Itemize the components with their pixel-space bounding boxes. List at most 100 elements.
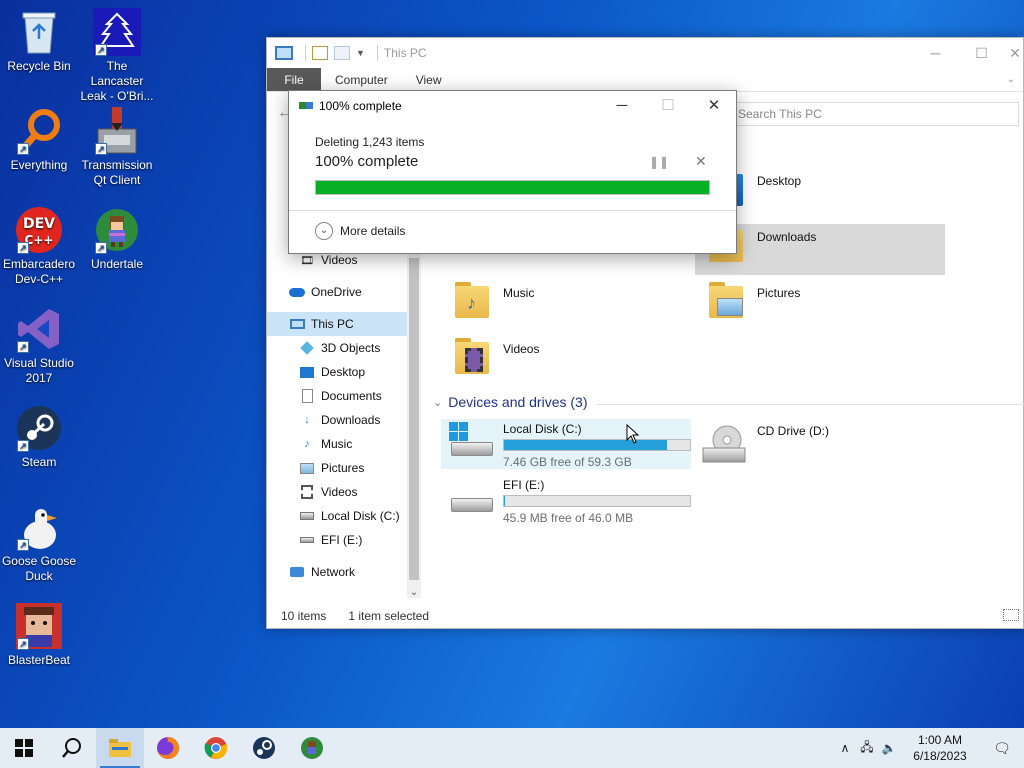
tab-file[interactable]: File (267, 68, 321, 91)
computer-icon (289, 317, 305, 331)
cd-drive-icon (701, 422, 747, 466)
folder-label: Pictures (757, 286, 801, 300)
videos-folder-icon (451, 334, 495, 378)
devices-group-header[interactable]: ⌄ Devices and drives (3) (433, 394, 588, 410)
drive-free-space: 7.46 GB free of 59.3 GB (503, 455, 632, 469)
nav-item-local-disk-c[interactable]: Local Disk (C:) (267, 504, 407, 528)
ribbon-expand-icon[interactable]: ⌄ (999, 68, 1023, 91)
nav-item-videos[interactable]: Videos (267, 480, 407, 504)
status-bar: 10 items 1 item selected (267, 604, 1023, 628)
tab-computer[interactable]: Computer (321, 68, 402, 91)
drive-usage-bar (503, 495, 691, 507)
more-details-label: More details (340, 224, 406, 238)
minimize-button[interactable]: ─ (913, 38, 958, 68)
desktop-icon-transmission[interactable]: ↗ Transmission Qt Client (79, 107, 155, 188)
nav-scrollbar[interactable]: ⌄ (407, 248, 421, 598)
nav-item-this-pc[interactable]: This PC (267, 312, 407, 336)
shortcut-arrow-icon: ↗ (17, 341, 29, 353)
folder-label: Videos (503, 342, 540, 356)
drive-free-space: 45.9 MB free of 46.0 MB (503, 511, 634, 525)
folder-videos[interactable]: Videos (451, 334, 539, 378)
desktop-icon-everything[interactable]: ↗ Everything (1, 107, 77, 173)
folder-pictures[interactable]: Pictures (705, 278, 800, 322)
taskbar-chrome[interactable] (192, 728, 240, 768)
desktop-icon-label: Undertale (90, 257, 144, 271)
customize-quick-access-icon[interactable]: ▼ (356, 48, 365, 58)
nav-item-music[interactable]: ♪ Music (267, 432, 407, 456)
titlebar-separator (305, 45, 306, 61)
network-status-icon[interactable]: 🖧 (856, 738, 878, 759)
desktop-icon-devcpp[interactable]: DEV C++ ↗ Embarcadero Dev-C++ (1, 206, 77, 287)
search-input[interactable]: Search This PC (729, 102, 1019, 126)
search-placeholder: Search This PC (738, 107, 822, 121)
dialog-close-button[interactable]: ✕ (691, 91, 737, 121)
folder-music[interactable]: ♪ Music (451, 278, 534, 322)
notifications-icon[interactable]: 🗨 (980, 740, 1024, 757)
devcpp-icon: DEV C++ ↗ (15, 206, 63, 254)
visual-studio-icon: ↗ (15, 305, 63, 353)
desktop-icon-undertale[interactable]: ↗ Undertale (79, 206, 155, 272)
drive-name: CD Drive (D:) (757, 424, 829, 438)
desktop-icon-steam[interactable]: ↗ Steam (1, 404, 77, 470)
properties-icon[interactable] (312, 46, 328, 60)
window-title: This PC (383, 46, 427, 60)
navigation-pane: 🎞 Videos OneDrive This PC 3D Objects Des… (267, 248, 407, 598)
search-button[interactable] (48, 728, 96, 768)
scroll-down-icon[interactable]: ⌄ (407, 587, 421, 598)
details-view-icon[interactable] (1003, 609, 1019, 621)
folder-label: Desktop (757, 174, 802, 188)
nav-item-pictures[interactable]: Pictures (267, 456, 407, 480)
desktop-icon-goose-goose-duck[interactable]: ↗ Goose Goose Duck (1, 503, 77, 584)
drive-usage-bar (503, 439, 691, 451)
nav-item-label: Local Disk (C:) (321, 509, 400, 523)
dialog-minimize-button[interactable]: ─ (599, 91, 645, 121)
more-details-button[interactable]: ⌄ More details (315, 222, 405, 240)
desktop-icon-recycle-bin[interactable]: Recycle Bin (1, 8, 77, 74)
onedrive-icon (289, 285, 305, 299)
volume-muted-icon[interactable]: 🔈 (878, 741, 900, 755)
drive-cd-d[interactable]: CD Drive (D:) (701, 422, 829, 466)
desktop-icon-label: The Lancaster Leak - O'Bri... (80, 59, 154, 103)
close-button[interactable]: ✕ (1005, 38, 1024, 68)
transmission-icon: ↗ (93, 107, 141, 155)
computer-icon (275, 46, 293, 60)
nav-item-label: This PC (311, 317, 354, 331)
nav-item-label: Desktop (321, 365, 366, 379)
nav-item-desktop[interactable]: Desktop (267, 360, 407, 384)
maximize-button[interactable]: ☐ (959, 38, 1004, 68)
shortcut-arrow-icon: ↗ (17, 143, 29, 155)
group-header-divider (597, 404, 1024, 405)
clock[interactable]: 1:00 AM 6/18/2023 (900, 732, 980, 764)
taskbar-file-explorer[interactable] (96, 728, 144, 768)
nav-item-documents[interactable]: Documents (267, 384, 407, 408)
dialog-divider (289, 210, 736, 211)
nav-item-network[interactable]: Network (267, 560, 407, 584)
cancel-icon[interactable]: ✕ (695, 153, 707, 170)
pause-icon[interactable]: ❚❚ (649, 155, 669, 169)
goose-goose-duck-icon: ↗ (15, 503, 63, 551)
desktop-icon-label: BlasterBeat (7, 653, 71, 667)
taskbar-firefox[interactable] (144, 728, 192, 768)
nav-item-efi-e[interactable]: EFI (E:) (267, 528, 407, 552)
drive-efi-e[interactable]: EFI (E:) 45.9 MB free of 46.0 MB (447, 476, 691, 525)
new-folder-icon[interactable] (334, 46, 350, 60)
desktop-icon-visual-studio[interactable]: ↗ Visual Studio 2017 (1, 305, 77, 386)
desktop-icon-label: Recycle Bin (7, 59, 71, 73)
nav-item-downloads[interactable]: ↓ Downloads (267, 408, 407, 432)
taskbar-steam[interactable] (240, 728, 288, 768)
drive-local-disk-c[interactable]: Local Disk (C:) 7.46 GB free of 59.3 GB (447, 420, 691, 469)
nav-item-label: Music (321, 437, 353, 451)
desktop-icon-blasterbeat[interactable]: ↗ BlasterBeat (1, 602, 77, 668)
nav-scrollbar-thumb[interactable] (409, 258, 419, 580)
show-hidden-icons-chevron-icon[interactable]: ∧ (834, 741, 856, 755)
drive-usage-fill (504, 440, 667, 450)
nav-item-3d-objects[interactable]: 3D Objects (267, 336, 407, 360)
tab-view[interactable]: View (402, 68, 456, 91)
taskbar-undertale[interactable] (288, 728, 336, 768)
devices-header-label: Devices and drives (3) (448, 394, 588, 410)
dialog-title: 100% complete (319, 99, 402, 113)
start-button[interactable] (0, 728, 48, 768)
desktop-icon-lancaster-leak[interactable]: ↗ The Lancaster Leak - O'Bri... (79, 8, 155, 104)
desktop-icon (299, 365, 315, 379)
nav-item-onedrive[interactable]: OneDrive (267, 280, 407, 304)
